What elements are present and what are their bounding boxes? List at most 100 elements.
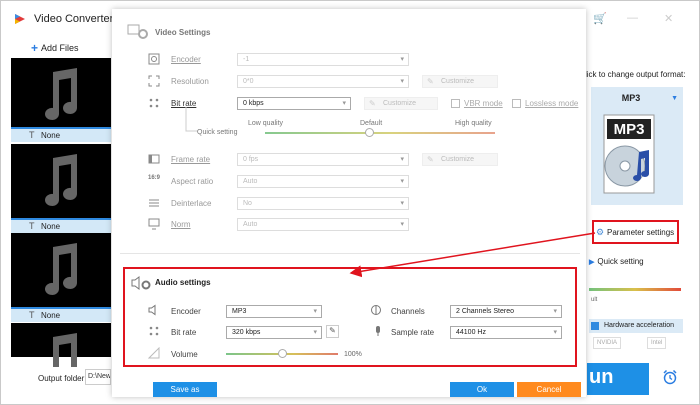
parameter-settings-button[interactable]: ⚙ Parameter settings [592,220,679,244]
encoder-icon [148,53,160,65]
norm-label: Norm [171,220,191,229]
chevron-down-icon: ▼ [671,95,678,102]
subtitle-bar[interactable]: T None [11,307,111,322]
app-window: Video Converter 🛒 — ✕ + Add Files T None T… [0,0,700,405]
chevron-down-icon: ▾ [400,178,404,185]
hardware-acceleration-toggle[interactable]: Hardware acceleration [589,319,683,333]
volume-knob[interactable] [278,349,287,358]
pencil-icon: ✎ [427,77,434,86]
pencil-icon: ✎ [369,99,376,108]
aspect-ratio-label: Aspect ratio [171,177,214,186]
lossless-mode-checkbox[interactable] [512,99,521,108]
quality-slider[interactable] [589,288,681,291]
low-quality-label: Low quality [248,120,284,127]
channels-select[interactable]: 2 Channels Stereo ▾ [450,305,562,318]
checkbox-icon [591,322,599,330]
output-format-name: MP3 [621,93,641,103]
chevron-down-icon: ▾ [553,329,557,336]
quick-setting-knob[interactable] [365,128,374,137]
sample-rate-select[interactable]: 44100 Hz ▾ [450,326,562,339]
frame-rate-customize-button[interactable]: ✎ Customize [422,153,498,166]
quick-setting-toggle[interactable]: ▶ Quick setting [589,257,644,266]
output-folder-label: Output folder: [38,374,87,383]
ok-button[interactable]: Ok [450,382,514,397]
nvidia-option[interactable]: NVIDIA [593,337,622,349]
chevron-down-icon: ▾ [400,200,404,207]
quick-setting-label: Quick setting [197,129,238,136]
vbr-mode-label: VBR mode [464,99,503,108]
add-files-button[interactable]: + Add Files [31,41,79,55]
aspect-ratio-select[interactable]: Auto ▾ [237,175,409,188]
chevron-down-icon: ▾ [400,78,404,85]
frame-rate-select[interactable]: 0 fps ▾ [237,153,409,166]
bitrate-icon [148,325,160,337]
lossless-mode-label: Lossless mode [525,99,579,108]
norm-select[interactable]: Auto ▾ [237,218,409,231]
audio-bitrate-select[interactable]: 320 kbps ▾ [226,326,322,339]
chevron-down-icon: ▾ [313,308,317,315]
volume-icon [147,346,160,359]
video-thumbnail[interactable] [11,58,111,133]
volume-value: 100% [344,351,362,358]
chevron-down-icon: ▾ [553,308,557,315]
cancel-button[interactable]: Cancel [517,382,581,397]
text-icon: T [29,221,35,231]
audio-encoder-select[interactable]: MP3 ▾ [226,305,322,318]
microphone-icon [372,325,384,337]
deinterlace-label: Deinterlace [171,199,212,208]
audio-settings-icon [131,276,151,290]
video-bitrate-select[interactable]: 0 kbps ▾ [237,97,351,110]
video-thumbnail[interactable] [11,323,111,367]
speaker-icon [148,304,160,316]
text-icon: T [29,130,35,140]
output-folder-input[interactable]: D:\New fo [85,369,111,385]
save-as-button[interactable]: Save as [153,382,217,397]
high-quality-label: High quality [455,120,492,127]
aspect-ratio-icon: 16:9 [148,175,161,181]
output-format-selector[interactable]: MP3 ▼ MP3 [591,87,683,205]
resolution-icon [148,75,160,87]
music-note-icon [45,154,77,206]
music-note-icon [53,333,77,367]
resolution-label: Resolution [171,77,209,86]
plus-icon: + [31,41,39,55]
resolution-select[interactable]: 0*0 ▾ [237,75,409,88]
channels-label: Channels [391,307,425,316]
alarm-clock-icon[interactable] [662,369,678,385]
audio-settings-title: Audio settings [155,278,211,287]
resolution-customize-button[interactable]: ✎ Customize [422,75,498,88]
video-thumbnail[interactable] [11,144,111,219]
change-format-hint: lick to change output format: [585,70,686,79]
cart-icon[interactable]: 🛒 [593,12,607,25]
subtitle-bar[interactable]: T None [11,127,111,142]
quick-setting-track[interactable] [265,132,495,134]
music-note-icon [45,243,77,295]
channels-icon [370,304,382,316]
app-logo-icon [15,14,25,24]
norm-icon [148,218,160,230]
close-icon[interactable]: ✕ [664,12,673,25]
deinterlace-select[interactable]: No ▾ [237,197,409,210]
video-thumbnail[interactable] [11,233,111,308]
default-quality-label: Default [360,120,383,127]
subtitle-bar[interactable]: T None [11,218,111,233]
gear-icon: ⚙ [596,227,605,237]
video-encoder-select[interactable]: -1 ▾ [237,53,409,66]
mp3-file-icon: MP3 [603,114,655,194]
chevron-down-icon: ▾ [400,221,404,228]
video-encoder-label: Encoder [171,55,201,64]
chevron-down-icon: ▾ [400,56,404,63]
vbr-mode-checkbox[interactable] [451,99,460,108]
frame-rate-icon [148,153,160,165]
chevron-down-icon: ▾ [400,156,404,163]
minimize-icon[interactable]: — [627,12,638,24]
volume-label: Volume [171,350,198,359]
bitrate-customize-button[interactable]: ✎ Customize [364,97,438,110]
pencil-icon: ✎ [427,155,434,164]
mp3-icon-text: MP3 [614,121,645,138]
text-icon: T [29,310,35,320]
pencil-icon[interactable]: ✎ [326,325,339,338]
intel-option[interactable]: Intel [647,337,667,349]
app-title: Video Converter [34,13,114,25]
run-button[interactable]: un [587,363,649,395]
